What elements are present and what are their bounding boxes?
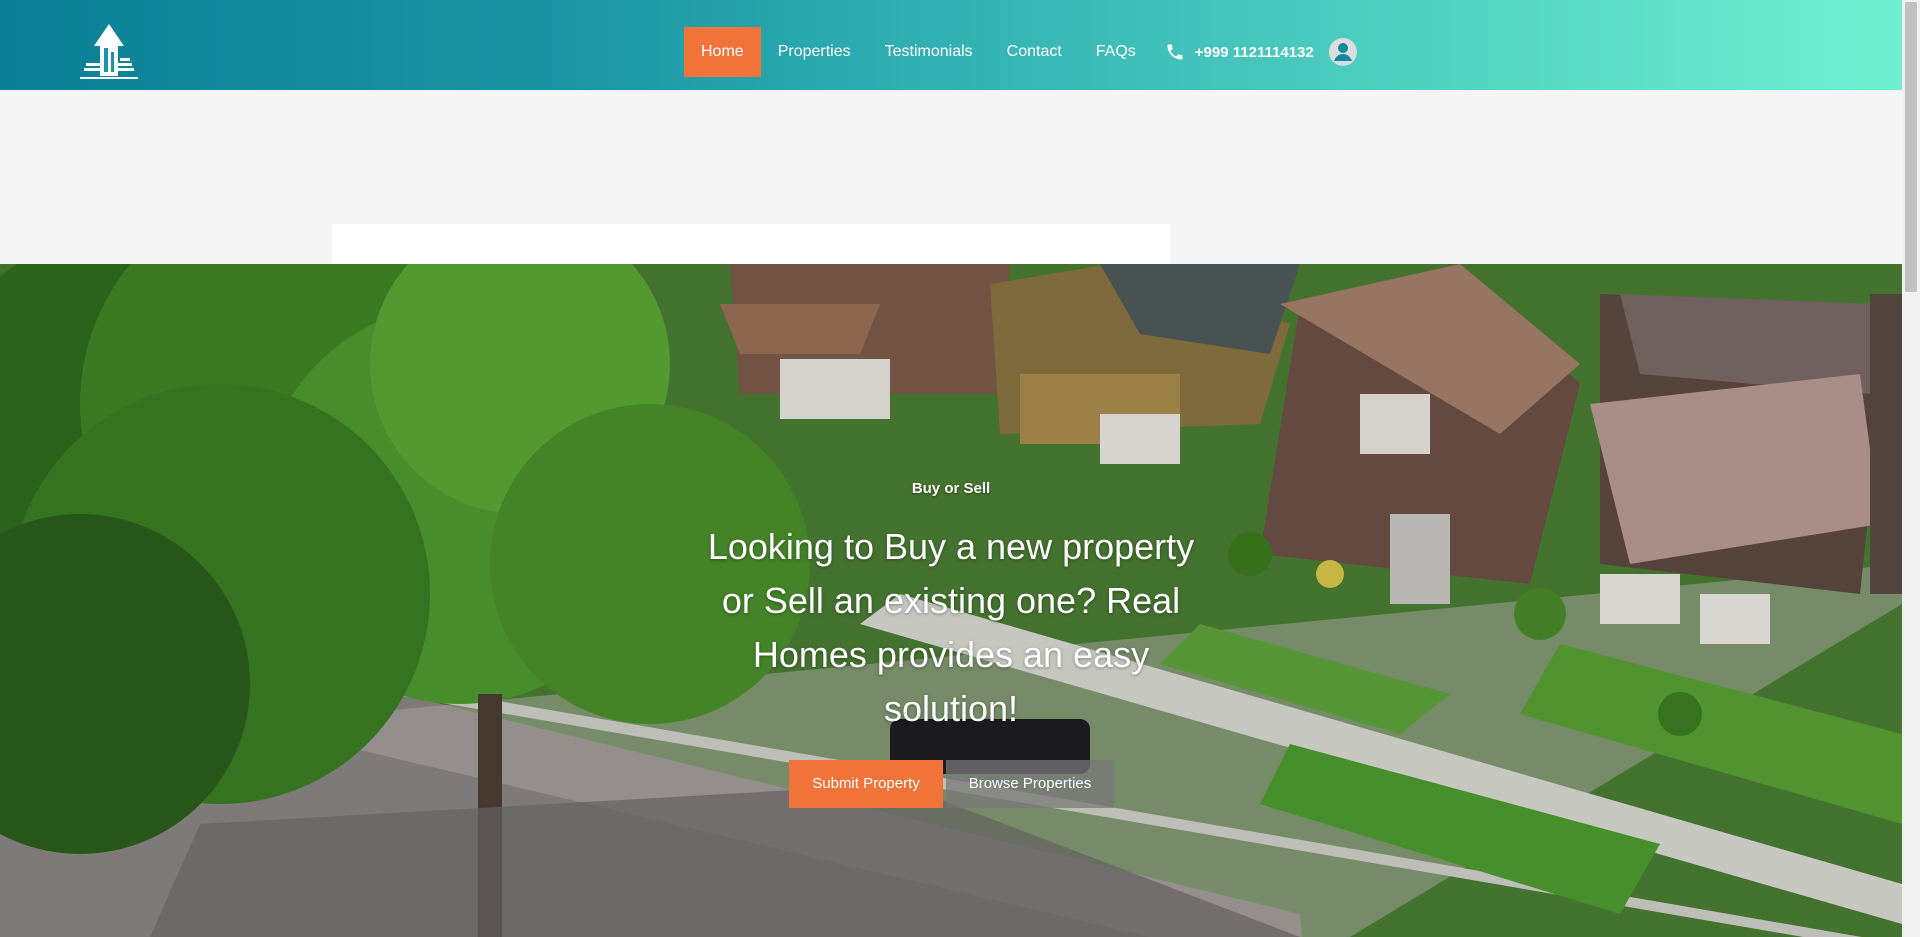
nav-home[interactable]: Home xyxy=(684,27,761,77)
submit-property-button[interactable]: Submit Property xyxy=(789,760,943,808)
nav-properties[interactable]: Properties xyxy=(761,27,868,77)
hero-eyebrow: Buy or Sell xyxy=(911,480,991,497)
site-header: Home Properties Testimonials Contact FAQ… xyxy=(0,0,1902,90)
nav-testimonials[interactable]: Testimonials xyxy=(868,27,990,77)
nav-faqs[interactable]: FAQs xyxy=(1079,27,1153,77)
browse-properties-button[interactable]: Browse Properties xyxy=(946,760,1114,808)
nav-contact[interactable]: Contact xyxy=(990,27,1079,77)
house-arrow-logo[interactable] xyxy=(78,22,140,82)
search-card xyxy=(332,224,1170,264)
user-account-icon[interactable] xyxy=(1328,37,1358,67)
phone-link[interactable]: +999 1121114132 xyxy=(1165,42,1314,62)
hero-content: Buy or Sell Looking to Buy a new propert… xyxy=(0,264,1902,937)
scrollbar-thumb[interactable] xyxy=(1905,2,1917,292)
page-scrollbar[interactable] xyxy=(1902,0,1920,937)
phone-icon xyxy=(1167,44,1183,60)
phone-number: +999 1121114132 xyxy=(1194,43,1314,61)
hero-section: Buy or Sell Looking to Buy a new propert… xyxy=(0,264,1902,937)
main-nav: Home Properties Testimonials Contact FAQ… xyxy=(684,27,1358,77)
hero-headline: Looking to Buy a new property or Sell an… xyxy=(707,526,1195,729)
